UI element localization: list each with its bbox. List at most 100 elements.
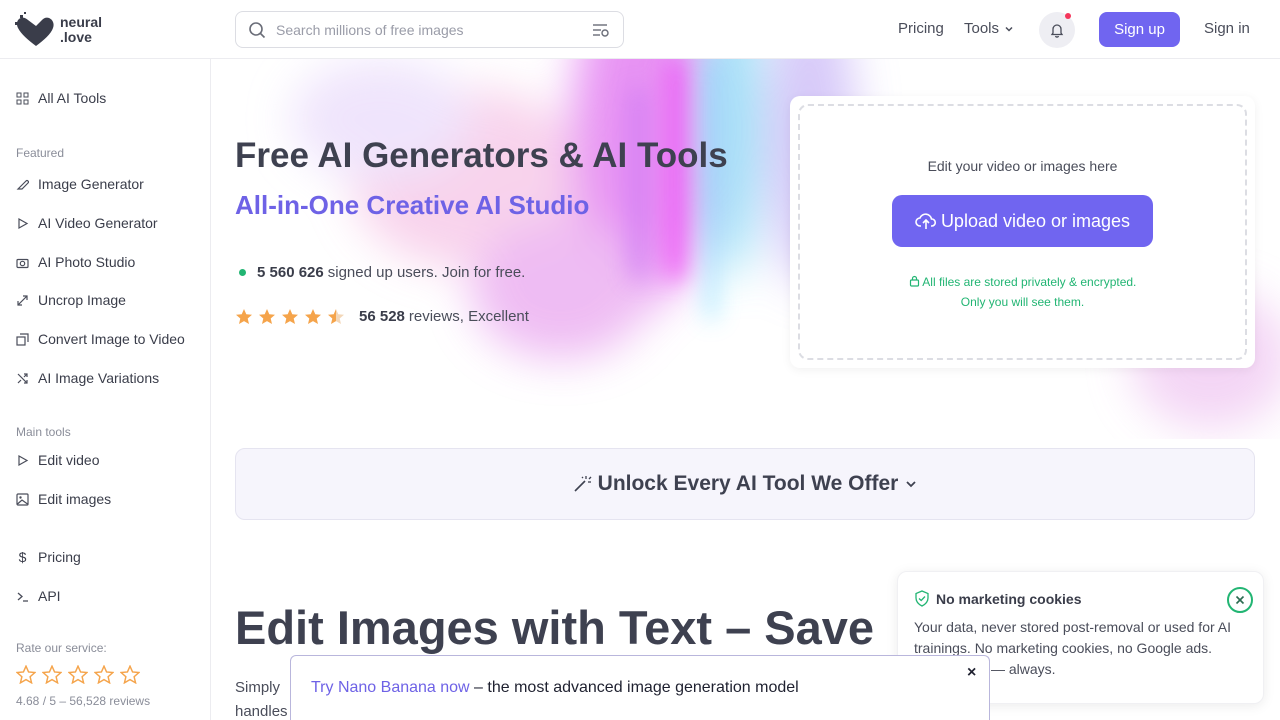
expand-icon (17, 294, 28, 306)
sidebar-item-pricing[interactable]: $ Pricing (16, 549, 81, 565)
sidebar-item-ai-photo-studio[interactable]: AI Photo Studio (16, 254, 135, 270)
chevron-down-icon (906, 481, 916, 488)
star-icon (282, 309, 298, 324)
review-stars (235, 308, 345, 325)
main-tools-section-label: Main tools (16, 425, 71, 439)
reviews-count: 56 528 (359, 308, 405, 325)
featured-section-label: Featured (16, 146, 65, 160)
logo-line-1: neural (60, 14, 103, 30)
star-icon (236, 309, 252, 324)
sidebar-item-label: AI Video Generator (38, 215, 158, 231)
rate-service-stars[interactable] (16, 665, 140, 684)
play-icon (18, 217, 29, 229)
rate-star-icon[interactable] (16, 665, 36, 684)
sidebar-item-label: Image Generator (38, 176, 144, 192)
privacy-note-text-1: All files are stored privately & encrypt… (922, 275, 1137, 289)
lock-icon (909, 275, 919, 287)
privacy-note-line-2: Only you will see them. (960, 295, 1085, 309)
sidebar-item-edit-images[interactable]: Edit images (16, 491, 111, 507)
cloud-upload-icon (915, 213, 936, 229)
terminal-icon (17, 592, 28, 602)
camera-icon (16, 258, 29, 268)
search-icon (249, 21, 266, 38)
sign-in-link[interactable]: Sign in (1204, 20, 1250, 37)
star-icon (305, 309, 321, 324)
section-body-line-2: handles (235, 703, 288, 720)
grid-icon (16, 92, 29, 104)
cookie-close-button[interactable] (1227, 587, 1253, 613)
star-icon (259, 309, 275, 324)
sidebar-item-label: AI Image Variations (38, 370, 160, 386)
top-header: neural .love Pricing Tools Sign up Sign … (0, 0, 1280, 59)
sidebar-item-label: AI Photo Studio (38, 254, 136, 270)
sidebar-item-ai-image-variations[interactable]: AI Image Variations (16, 370, 159, 386)
sidebar-item-image-generator[interactable]: Image Generator (16, 176, 144, 192)
rate-star-icon[interactable] (68, 665, 88, 684)
logo-text-block: neural .love (60, 15, 102, 45)
image-stack-icon (16, 332, 29, 346)
unlock-tools-toggle[interactable]: Unlock Every AI Tool We Offer (235, 448, 1255, 520)
sidebar-item-uncrop-image[interactable]: Uncrop Image (16, 292, 126, 308)
cookie-title-text: No marketing cookies (936, 590, 1082, 607)
privacy-note-line-1: All files are stored privately & encrypt… (800, 272, 1245, 292)
star-icon (328, 309, 344, 324)
play-icon (18, 454, 29, 466)
shield-check-icon (915, 590, 929, 607)
sidebar-item-ai-video-generator[interactable]: AI Video Generator (16, 215, 158, 231)
sidebar-item-label: Edit video (38, 452, 100, 468)
sidebar-item-all-ai-tools[interactable]: All AI Tools (16, 90, 106, 106)
rate-service-label: Rate our service: (16, 641, 107, 655)
upload-card: Edit your video or images here Upload vi… (790, 96, 1255, 368)
reviews-text: reviews, Excellent (408, 308, 529, 325)
magic-wand-icon (574, 476, 592, 492)
upload-button-label: Upload video or images (940, 210, 1131, 231)
search-box[interactable] (235, 11, 624, 48)
signed-up-users-stat: 5 560 626 signed up users. Join for free… (239, 264, 525, 281)
notifications-button[interactable] (1039, 12, 1075, 48)
sidebar-item-api[interactable]: API (16, 588, 61, 604)
sidebar-item-label: All AI Tools (38, 90, 107, 106)
upload-hint: Edit your video or images here (927, 158, 1118, 174)
banner-link[interactable]: Try Nano Banana now (311, 679, 470, 696)
search-filter-icon[interactable] (591, 21, 611, 39)
users-text: signed up users. Join for free. (327, 264, 526, 281)
sidebar-item-label: Pricing (38, 549, 81, 565)
sidebar-item-label: Edit images (38, 491, 112, 507)
upload-button[interactable]: Upload video or images (892, 195, 1153, 247)
users-count: 5 560 626 (257, 264, 324, 281)
heart-logo-icon (15, 12, 54, 46)
section-body-line-1: Simply (235, 679, 281, 696)
chevron-down-icon (1005, 26, 1013, 32)
cookie-title: No marketing cookies (914, 590, 1082, 607)
sidebar-item-label: Convert Image to Video (38, 331, 185, 347)
online-dot (239, 269, 246, 276)
nav-tools[interactable]: Tools (964, 20, 1015, 37)
rate-star-icon[interactable] (120, 665, 140, 684)
sidebar-item-label: Uncrop Image (38, 292, 126, 308)
sign-up-button[interactable]: Sign up (1099, 12, 1180, 47)
sidebar-item-convert-image-to-video[interactable]: Convert Image to Video (16, 331, 185, 347)
search-input[interactable] (276, 21, 591, 38)
sidebar-item-label: API (38, 588, 61, 604)
brush-icon (16, 179, 29, 190)
privacy-note: All files are stored privately & encrypt… (800, 272, 1245, 312)
image-icon (16, 492, 29, 506)
sidebar: All AI Tools Featured Image Generator AI… (0, 59, 211, 720)
rate-star-icon[interactable] (42, 665, 62, 684)
dollar-icon: $ (18, 549, 27, 565)
logo-line-2: .love (60, 29, 92, 45)
nav-pricing-label: Pricing (898, 20, 944, 37)
notification-dot (1065, 13, 1071, 19)
promo-banner: Try Nano Banana now – the most advanced … (290, 655, 990, 720)
rate-star-icon[interactable] (94, 665, 114, 684)
nav-pricing[interactable]: Pricing (898, 20, 944, 37)
banner-close-button[interactable]: × (967, 664, 976, 682)
hero-subtitle: All-in-One Creative AI Studio (235, 190, 590, 220)
banner-text: Try Nano Banana now – the most advanced … (311, 679, 799, 697)
rate-score: 4.68 / 5 – 56,528 reviews (16, 694, 151, 708)
bell-icon (1050, 24, 1064, 38)
sidebar-item-edit-video[interactable]: Edit video (16, 452, 99, 468)
logo[interactable]: neural .love (14, 12, 102, 48)
upload-dropzone[interactable]: Edit your video or images here Upload vi… (798, 104, 1247, 360)
reviews-stat: 56 528 reviews, Excellent (235, 308, 529, 325)
